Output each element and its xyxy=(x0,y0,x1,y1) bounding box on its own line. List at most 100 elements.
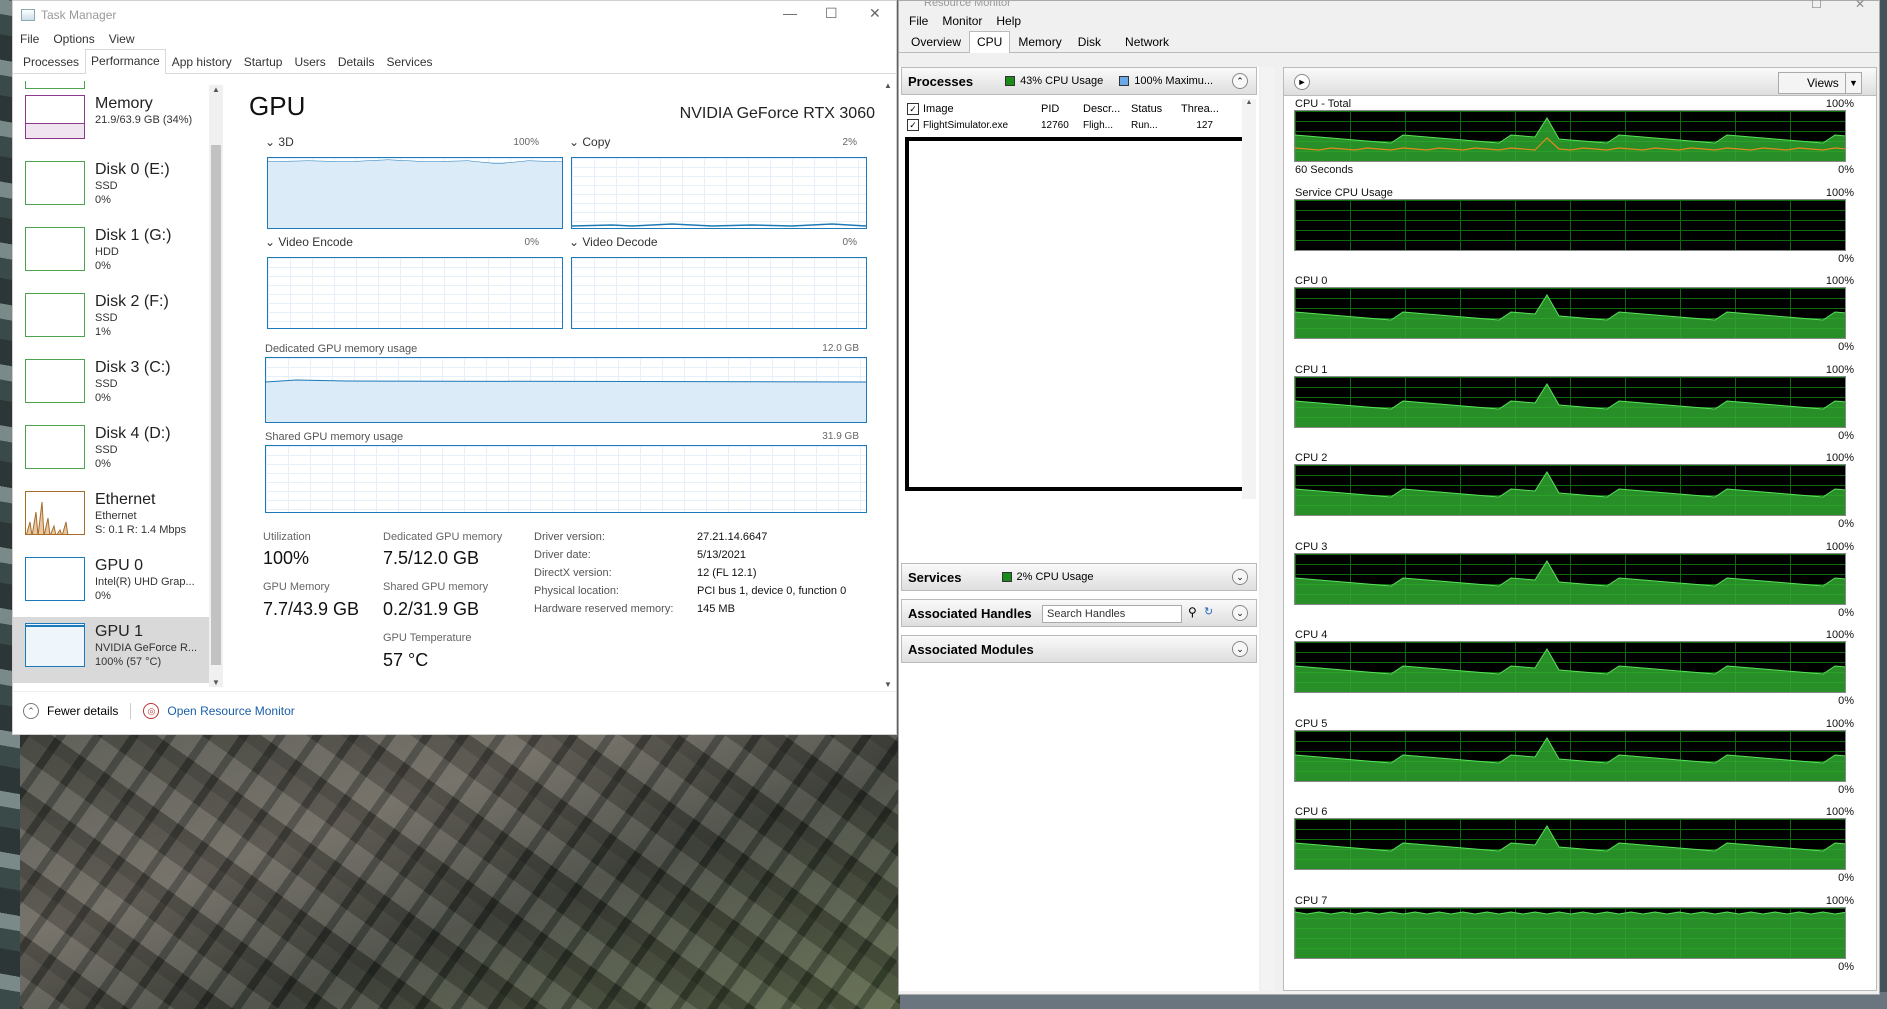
tab-services[interactable]: Services xyxy=(381,50,439,73)
rm-tab-overview[interactable]: Overview xyxy=(903,31,969,52)
main-scroll-up-icon[interactable]: ▲ xyxy=(881,81,895,90)
services-cpu-usage: 2% CPU Usage xyxy=(1001,571,1094,583)
expand-handles-icon[interactable]: ⌄ xyxy=(1232,605,1248,621)
task-manager-titlebar[interactable]: Task Manager xyxy=(13,1,896,28)
graph-video-encode xyxy=(267,257,563,329)
rm-menu-monitor[interactable]: Monitor xyxy=(942,14,982,28)
sidebar-item[interactable]: GPU 0 Intel(R) UHD Grap... 0% xyxy=(13,551,223,617)
tab-app-history[interactable]: App history xyxy=(166,50,238,73)
sidebar-item-sub: 21.9/63.9 GB (34%) xyxy=(95,114,193,126)
sidebar-scrollbar[interactable]: ▲ ▼ xyxy=(209,85,223,687)
driver-date-label: Driver date: xyxy=(534,549,591,561)
table-row[interactable]: ✓ FlightSimulator.exe 12760 Fligh... Run… xyxy=(901,118,1257,132)
sidebar-item-value: 0% xyxy=(95,392,111,404)
sidebar-item-cpu-partial[interactable] xyxy=(25,81,85,89)
row-description: Fligh... xyxy=(1083,119,1114,131)
rm-tab-network[interactable]: Network xyxy=(1117,31,1177,52)
chevron-up-icon[interactable]: ⌃ xyxy=(23,702,39,719)
cpu-graph-label: CPU 3 xyxy=(1295,540,1328,553)
open-resource-monitor-link[interactable]: Open Resource Monitor xyxy=(167,704,294,718)
handles-section-title: Associated Handles xyxy=(908,605,1032,621)
sidebar-thumbnail xyxy=(25,293,85,337)
expand-services-icon[interactable]: ⌄ xyxy=(1232,569,1248,585)
rm-left-scrollbar[interactable] xyxy=(1261,67,1275,991)
sidebar-item[interactable]: Disk 3 (C:) SSD 0% xyxy=(13,353,223,419)
fewer-details-button[interactable]: Fewer details xyxy=(47,704,118,718)
sidebar-item[interactable]: Disk 4 (D:) SSD 0% xyxy=(13,419,223,485)
tab-processes[interactable]: Processes xyxy=(17,50,85,73)
graph-encode-label[interactable]: ⌄ Video Encode xyxy=(265,235,353,249)
search-icon[interactable]: ⚲ xyxy=(1188,605,1197,619)
row-checkbox[interactable]: ✓ xyxy=(907,119,919,131)
gpu-memory-value: 7.7/43.9 GB xyxy=(263,599,360,619)
sidebar-item[interactable]: GPU 1 NVIDIA GeForce R... 100% (57 °C) xyxy=(13,617,223,683)
main-scrollbar[interactable]: ▲ ▼ xyxy=(881,81,895,689)
column-pid[interactable]: PID xyxy=(1037,103,1079,115)
search-handles-input[interactable]: Search Handles xyxy=(1042,605,1182,623)
processes-cpu-usage: 43% CPU Usage xyxy=(1005,75,1103,87)
services-section-header[interactable]: Services 2% CPU Usage ⌄ xyxy=(901,563,1257,591)
rm-close-icon[interactable]: ✕ xyxy=(1855,0,1865,11)
rm-maximize-icon[interactable]: ☐ xyxy=(1811,0,1822,11)
driver-version-value: 27.21.14.6647 xyxy=(697,531,768,543)
tab-users[interactable]: Users xyxy=(288,50,331,73)
task-manager-window: Task Manager — ☐ ✕ File Options View Pro… xyxy=(12,0,897,735)
main-scroll-down-icon[interactable]: ▼ xyxy=(881,680,895,689)
column-image[interactable]: Image xyxy=(919,103,1037,115)
minimize-icon[interactable]: — xyxy=(783,5,797,21)
handles-section-header[interactable]: Associated Handles Search Handles ⚲ ↻ ⌄ xyxy=(901,599,1257,627)
utilization-value: 100% xyxy=(263,548,310,568)
processes-scrollbar[interactable]: ▲ xyxy=(1242,99,1256,499)
rm-tab-cpu[interactable]: CPU xyxy=(969,31,1011,53)
sidebar-item[interactable]: Disk 1 (G:) HDD 0% xyxy=(13,221,223,287)
rm-tab-disk[interactable]: Disk xyxy=(1070,31,1109,52)
rm-tab-memory[interactable]: Memory xyxy=(1010,31,1069,52)
views-button[interactable]: Views ▼ xyxy=(1778,72,1862,94)
cpu-graph xyxy=(1294,641,1846,693)
scroll-up-icon[interactable]: ▲ xyxy=(209,85,223,94)
sidebar-thumbnail xyxy=(25,227,85,271)
sidebar-scroll-thumb[interactable] xyxy=(211,145,221,665)
rm-left-pane: Processes 43% CPU Usage 100% Maximu... ⌃… xyxy=(899,67,1259,991)
resource-monitor-window: Resource Monitor ☐ ✕ File Monitor Help O… xyxy=(898,0,1880,995)
sidebar-item[interactable]: Ethernet Ethernet S: 0.1 R: 1.4 Mbps xyxy=(13,485,223,551)
modules-section-header[interactable]: Associated Modules ⌄ xyxy=(901,635,1257,663)
menu-view[interactable]: View xyxy=(109,32,135,46)
graph-copy-label[interactable]: ⌄ Copy xyxy=(569,135,610,149)
sidebar-item[interactable]: Memory 21.9/63.9 GB (34%) xyxy=(13,89,223,155)
tab-performance[interactable]: Performance xyxy=(85,49,166,74)
maximize-icon[interactable]: ☐ xyxy=(825,5,838,22)
sidebar-item[interactable]: Disk 2 (F:) SSD 1% xyxy=(13,287,223,353)
graph-3d-label[interactable]: ⌄ 3D xyxy=(265,135,294,149)
graph-decode-max: 0% xyxy=(842,237,857,248)
close-icon[interactable]: ✕ xyxy=(869,5,881,22)
dedicated-memory-label: Dedicated GPU memory usage xyxy=(265,343,418,355)
column-threads[interactable]: Threa... xyxy=(1177,103,1225,115)
processes-section-header[interactable]: Processes 43% CPU Usage 100% Maximu... ⌃ xyxy=(901,67,1257,95)
scroll-down-icon[interactable]: ▼ xyxy=(209,678,223,687)
graph-3d-max: 100% xyxy=(513,137,539,148)
column-status[interactable]: Status xyxy=(1127,103,1177,115)
sidebar-item[interactable]: Disk 0 (E:) SSD 0% xyxy=(13,155,223,221)
select-all-checkbox[interactable]: ✓ xyxy=(907,103,919,115)
cpu-graph-timespan: 60 Seconds xyxy=(1295,164,1354,176)
rm-menu-file[interactable]: File xyxy=(909,14,928,28)
expand-modules-icon[interactable]: ⌄ xyxy=(1232,641,1248,657)
menu-options[interactable]: Options xyxy=(53,32,94,46)
processes-list-area[interactable] xyxy=(905,137,1251,491)
column-description[interactable]: Descr... xyxy=(1079,103,1127,115)
row-status: Run... xyxy=(1131,119,1158,131)
graph-decode-label[interactable]: ⌄ Video Decode xyxy=(569,235,658,249)
refresh-icon[interactable]: ↻ xyxy=(1204,605,1213,618)
tab-startup[interactable]: Startup xyxy=(238,50,289,73)
shared-gpu-memory-label: Shared GPU memory xyxy=(383,581,489,593)
rm-menu-help[interactable]: Help xyxy=(996,14,1021,28)
collapse-processes-icon[interactable]: ⌃ xyxy=(1232,73,1248,89)
tab-details[interactable]: Details xyxy=(332,50,381,73)
proc-scroll-up-icon[interactable]: ▲ xyxy=(1242,99,1256,106)
sidebar-thumbnail xyxy=(25,557,85,601)
chevron-right-icon[interactable]: ► xyxy=(1294,74,1310,90)
cpu-graph xyxy=(1294,729,1846,782)
menu-file[interactable]: File xyxy=(20,32,39,46)
resource-monitor-titlebar[interactable]: Resource Monitor xyxy=(899,1,1879,11)
